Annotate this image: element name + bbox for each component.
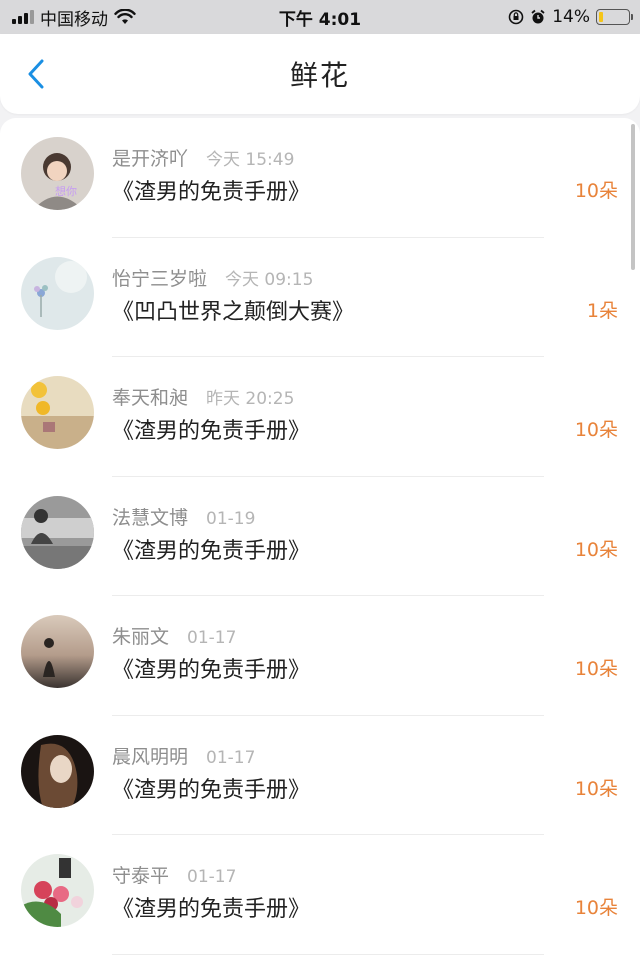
user-name[interactable]: 是开济吖	[112, 144, 188, 171]
alarm-icon	[531, 9, 545, 24]
timestamp: 昨天 20:25	[206, 389, 295, 409]
book-title[interactable]: 《渣男的免责手册》	[112, 174, 310, 206]
avatar[interactable]	[21, 256, 94, 330]
wifi-icon	[114, 9, 136, 24]
avatar[interactable]: 想你	[21, 137, 94, 210]
flower-list: 想你 是开济吖 今天 15:49 《渣男的免责手册》 10朵 怡宁三岁啦 今天 …	[0, 118, 640, 964]
flower-count: 10朵	[574, 180, 618, 202]
book-title[interactable]: 《渣男的免责手册》	[112, 772, 310, 804]
book-title[interactable]: 《凹凸世界之颠倒大赛》	[112, 294, 354, 326]
timestamp: 01-17	[187, 628, 237, 648]
book-title[interactable]: 《渣男的免责手册》	[112, 652, 310, 684]
flower-count: 1朵	[586, 299, 618, 322]
book-title[interactable]: 《渣男的免责手册》	[112, 891, 310, 923]
battery-fill	[599, 12, 603, 22]
flower-count: 10朵	[574, 419, 618, 441]
list-item[interactable]: 奉天和昶 昨天 20:25 《渣男的免责手册》 10朵	[0, 357, 640, 477]
battery-icon	[596, 9, 633, 25]
item-meta: 是开济吖 今天 15:49	[112, 144, 294, 171]
item-meta: 朱丽文 01-17	[112, 622, 236, 649]
timestamp: 今天 15:49	[206, 150, 295, 170]
orientation-lock-icon	[508, 9, 524, 25]
avatar[interactable]	[21, 734, 94, 808]
avatar[interactable]	[21, 495, 94, 569]
timestamp: 01-19	[206, 508, 256, 529]
signal-icon	[12, 10, 34, 24]
nav-bar: 鲜花	[0, 34, 640, 114]
chevron-left-icon	[28, 59, 44, 89]
avatar[interactable]	[21, 854, 94, 927]
flower-count: 10朵	[574, 777, 618, 800]
divider	[112, 953, 544, 955]
list-item[interactable]: 守泰平 01-17 《渣男的免责手册》 10朵	[0, 835, 640, 955]
battery-percent: 14%	[552, 7, 590, 27]
page-title: 鲜花	[289, 59, 350, 92]
timestamp: 今天 09:15	[225, 269, 314, 290]
user-name[interactable]: 晨风明明	[112, 742, 188, 769]
user-name[interactable]: 朱丽文	[112, 622, 169, 649]
book-title[interactable]: 《渣男的免责手册》	[112, 533, 310, 565]
user-name[interactable]: 奉天和昶	[112, 383, 188, 410]
flower-count: 10朵	[574, 538, 618, 561]
timestamp: 01-17	[206, 747, 256, 768]
flower-count: 10朵	[574, 658, 618, 680]
item-meta: 奉天和昶 昨天 20:25	[112, 383, 294, 410]
svg-text:想你: 想你	[55, 184, 77, 198]
timestamp: 01-17	[187, 867, 237, 887]
status-bar: 中国移动 下午 4:01 14%	[0, 0, 640, 34]
list-item[interactable]: 想你 是开济吖 今天 15:49 《渣男的免责手册》 10朵	[0, 118, 640, 238]
list-item[interactable]: 晨风明明 01-17 《渣男的免责手册》 10朵	[0, 716, 640, 835]
carrier-label: 中国移动	[40, 9, 108, 30]
avatar[interactable]	[21, 615, 94, 688]
user-name[interactable]: 怡宁三岁啦	[112, 264, 207, 291]
flower-count: 10朵	[574, 897, 618, 919]
back-button[interactable]	[22, 59, 50, 89]
status-right: 14%	[508, 7, 633, 27]
item-meta: 法慧文博 01-19	[112, 503, 255, 530]
book-title[interactable]: 《渣男的免责手册》	[112, 413, 310, 445]
user-name[interactable]: 守泰平	[112, 861, 169, 888]
item-meta: 守泰平 01-17	[112, 861, 236, 888]
status-left: 中国移动	[12, 5, 136, 30]
item-meta: 晨风明明 01-17	[112, 742, 255, 769]
list-item[interactable]: 法慧文博 01-19 《渣男的免责手册》 10朵	[0, 477, 640, 596]
item-meta: 怡宁三岁啦 今天 09:15	[112, 264, 313, 291]
list-item[interactable]: 怡宁三岁啦 今天 09:15 《凹凸世界之颠倒大赛》 1朵	[0, 238, 640, 357]
avatar[interactable]	[21, 376, 94, 449]
user-name[interactable]: 法慧文博	[112, 503, 188, 530]
list-item[interactable]: 朱丽文 01-17 《渣男的免责手册》 10朵	[0, 596, 640, 716]
